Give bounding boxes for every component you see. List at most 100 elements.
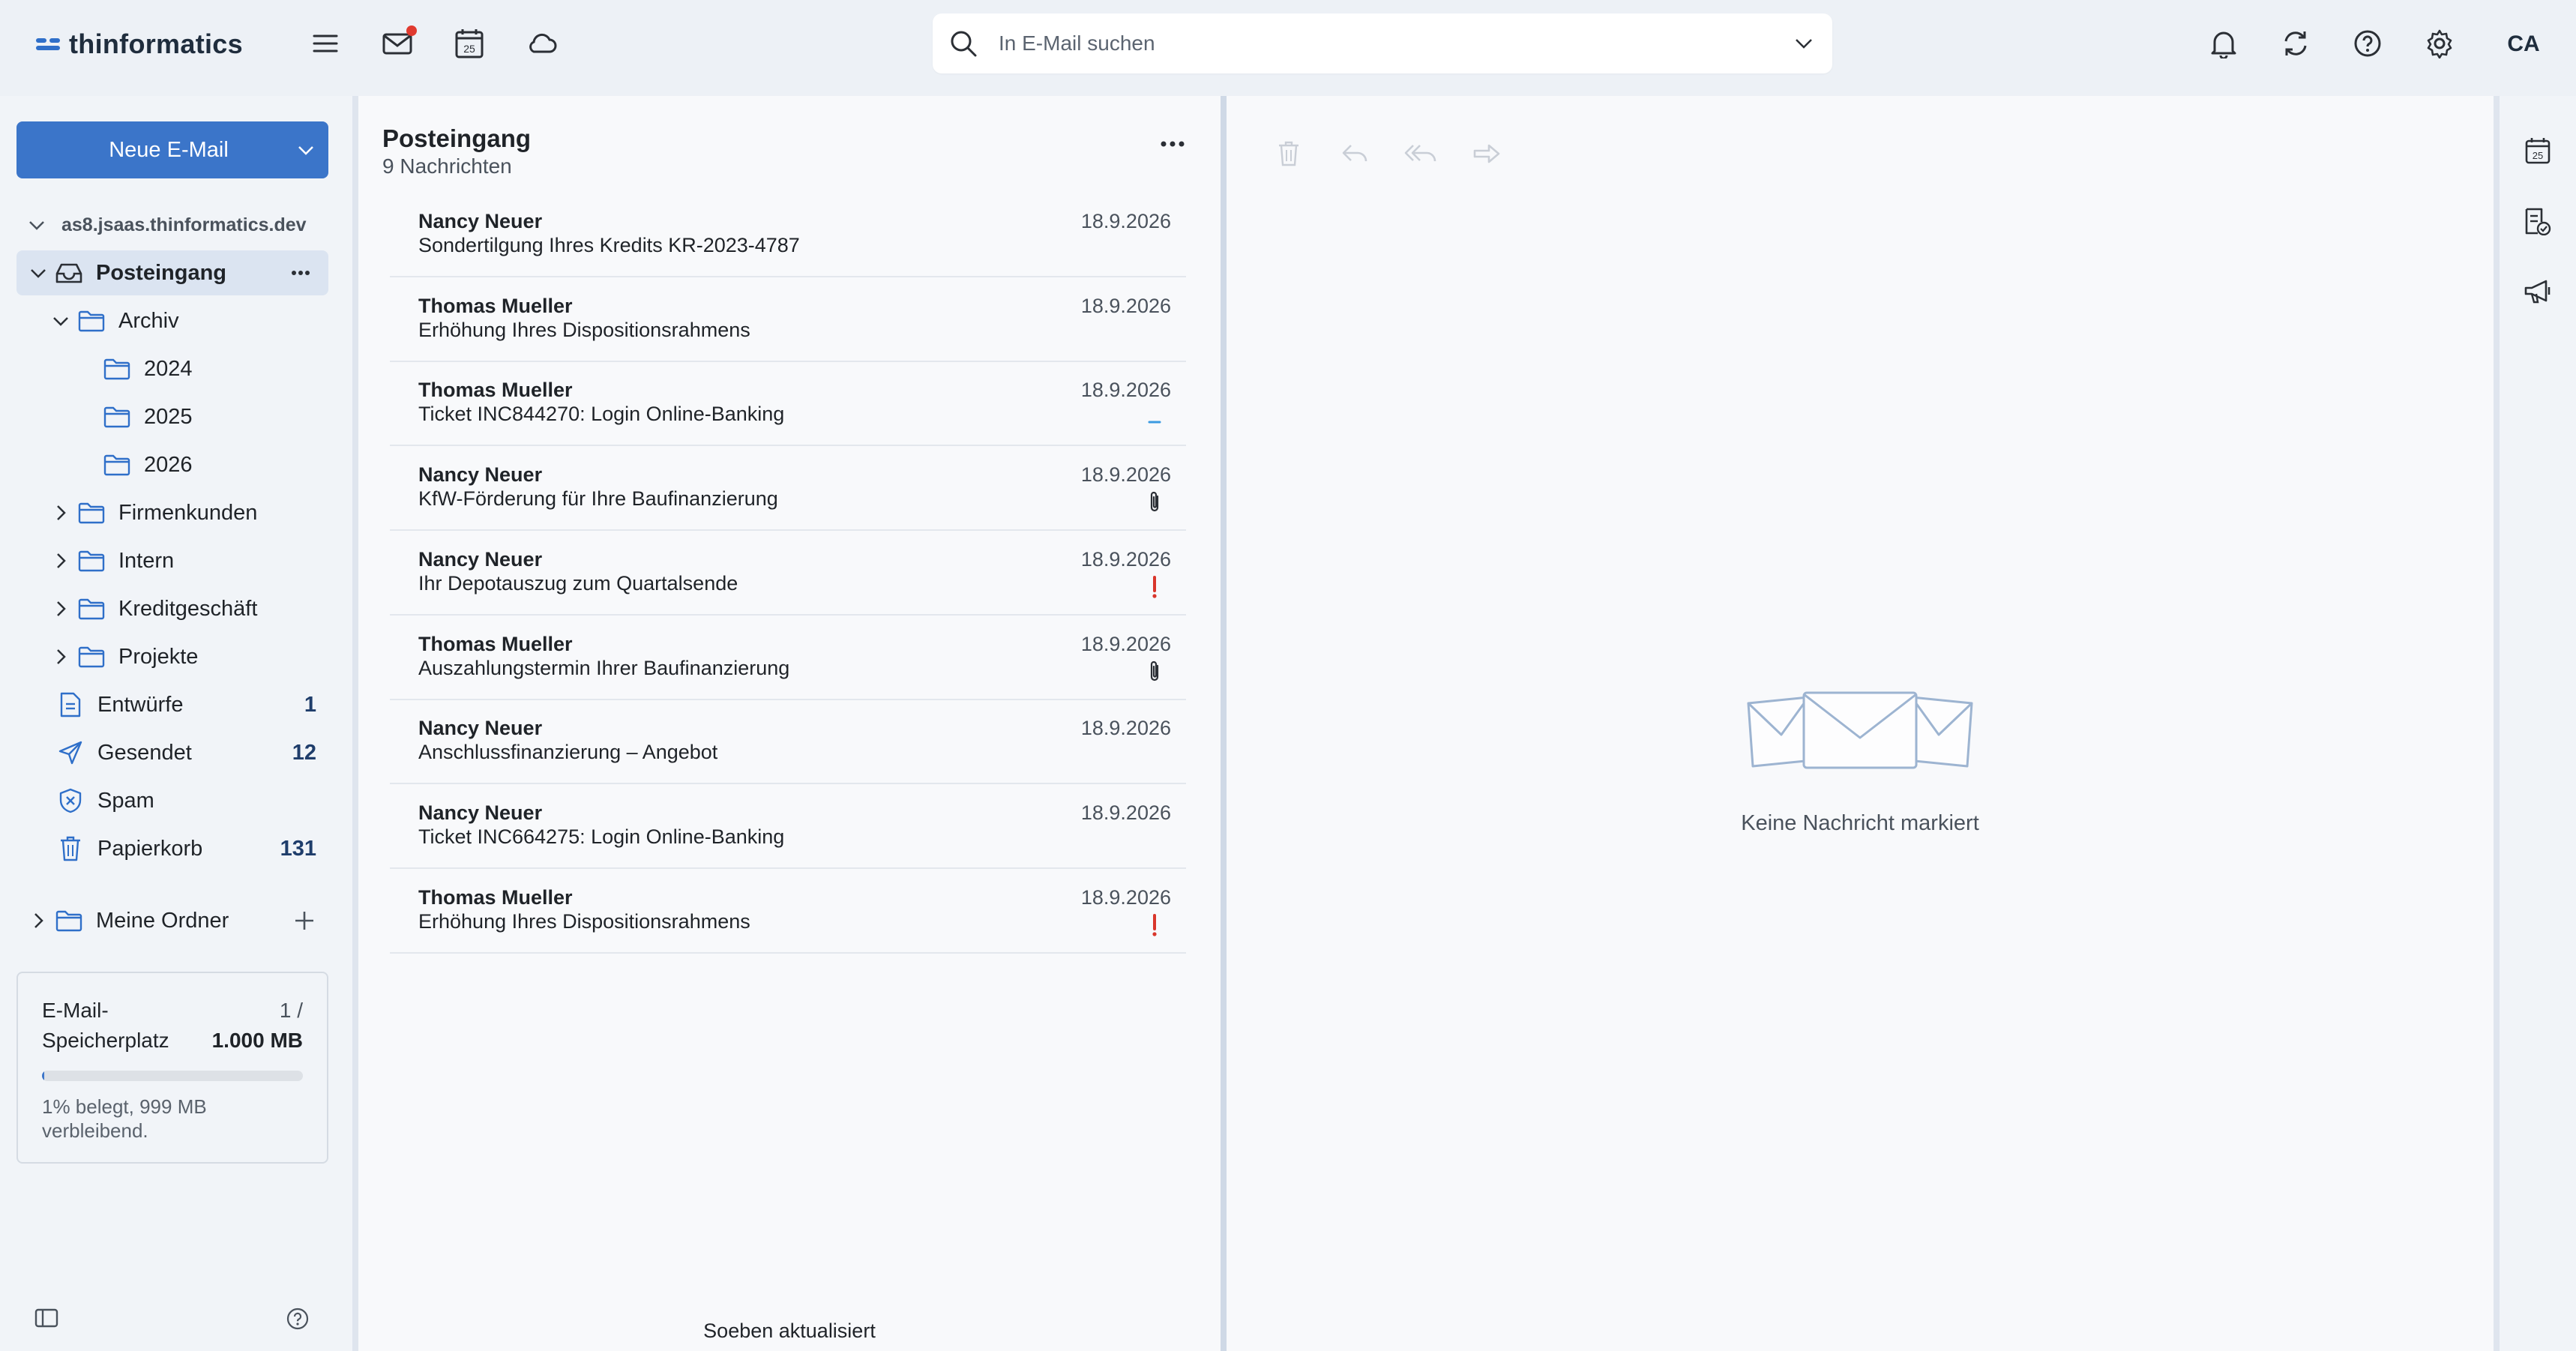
folder-spam[interactable]: Spam [16, 778, 328, 823]
quota-total: 1.000 MB [211, 1029, 303, 1052]
bell-icon[interactable] [2204, 24, 2243, 63]
help-icon[interactable] [286, 1308, 309, 1330]
reply-all-icon[interactable] [1402, 135, 1439, 172]
chevron-right-icon[interactable] [49, 646, 72, 668]
announcement-icon[interactable] [2522, 276, 2554, 307]
delete-icon[interactable] [1270, 135, 1307, 172]
unread-count: 131 [280, 836, 316, 861]
message-row[interactable]: Nancy Neuer Anschlussfinanzierung – Angeb… [390, 700, 1186, 784]
message-date: 18.9.2026 [1080, 801, 1171, 824]
message-row[interactable]: Nancy Neuer Ihr Depotauszug zum Quartalse… [390, 532, 1186, 616]
pane-divider[interactable] [1221, 96, 1227, 1351]
folder-firmenkunden[interactable]: Firmenkunden [49, 490, 328, 535]
add-folder-icon[interactable] [294, 910, 315, 931]
message-row[interactable]: Nancy Neuer KfW-Förderung für Ihre Baufin… [390, 447, 1186, 531]
folder-sent[interactable]: Gesendet 12 [16, 730, 328, 775]
message-row[interactable]: Nancy Neuer Sondertilgung Ihres Kredits K… [390, 193, 1186, 277]
mail-icon[interactable] [378, 24, 417, 63]
folder-label: 2026 [144, 452, 193, 477]
quota-used: 1 / [279, 999, 303, 1022]
message-subject: Sondertilgung Ihres Kredits KR-2023-4787 [418, 234, 800, 256]
chevron-right-icon[interactable] [49, 502, 72, 524]
folder-2025[interactable]: 2025 [103, 394, 328, 439]
chevron-down-icon [29, 221, 44, 230]
folder-label: 2025 [144, 404, 193, 429]
message-sender: Nancy Neuer [418, 463, 543, 486]
folder-2024[interactable]: 2024 [103, 346, 328, 391]
folder-label: Posteingang [96, 260, 227, 285]
message-row[interactable]: Thomas Mueller Auszahlungstermin Ihrer Ba… [390, 616, 1186, 700]
my-folders[interactable]: Meine Ordner [16, 898, 328, 943]
brand-logo[interactable]: thinformatics [36, 28, 243, 60]
trash-icon [57, 835, 84, 862]
chevron-right-icon[interactable] [49, 598, 72, 620]
message-sender: Thomas Mueller [418, 886, 573, 909]
reading-pane: Keine Nachricht markiert [1227, 96, 2494, 1351]
folder-icon [78, 547, 105, 574]
right-rail: 25 [2500, 96, 2576, 1351]
toggle-sidebar-icon[interactable] [34, 1308, 58, 1329]
pane-divider[interactable] [352, 96, 358, 1351]
draft-icon [57, 691, 84, 718]
calendar-icon[interactable]: 25 [2522, 135, 2554, 166]
more-icon[interactable] [291, 270, 310, 276]
folder-projekte[interactable]: Projekte [49, 634, 328, 679]
folder-label: Meine Ordner [96, 908, 229, 933]
message-row[interactable]: Thomas Mueller Erhöhung Ihres Disposition… [390, 278, 1186, 362]
folder-2026[interactable]: 2026 [103, 442, 328, 487]
folder-intern[interactable]: Intern [49, 538, 328, 583]
top-bar: thinformatics 25 CA [0, 0, 2576, 96]
message-row[interactable]: Nancy Neuer Ticket INC664275: Login Onlin… [390, 785, 1186, 869]
message-sender: Nancy Neuer [418, 210, 543, 232]
calendar-icon[interactable]: 25 [450, 24, 489, 63]
folder-label: Spam [97, 788, 154, 813]
quota-progress-bar [42, 1071, 303, 1081]
cloud-icon[interactable] [522, 24, 561, 63]
folder-drafts[interactable]: Entwürfe 1 [16, 682, 328, 727]
search-bar[interactable] [933, 13, 1832, 73]
chevron-down-icon[interactable] [49, 310, 72, 332]
folder-label: Papierkorb [97, 836, 203, 861]
chevron-right-icon[interactable] [27, 909, 49, 932]
tasks-icon[interactable] [2522, 205, 2554, 237]
attachment-icon [1146, 490, 1164, 514]
folder-label: Kreditgeschäft [118, 596, 258, 621]
folder-inbox[interactable]: Posteingang [16, 250, 328, 295]
search-input[interactable] [999, 21, 1795, 66]
unread-count: 1 [304, 692, 316, 717]
low-priority-icon [1146, 406, 1164, 430]
message-date: 18.9.2026 [1080, 463, 1171, 486]
chevron-down-icon[interactable] [283, 121, 328, 178]
folder-label: Projekte [118, 644, 199, 669]
chevron-down-icon[interactable] [1795, 38, 1813, 49]
folder-kreditgeschaeft[interactable]: Kreditgeschäft [49, 586, 328, 631]
message-list-pane: Posteingang 9 Nachrichten Nancy Neuer Son… [358, 96, 1221, 1351]
gear-icon[interactable] [2420, 24, 2459, 63]
new-mail-label: Neue E-Mail [109, 137, 229, 162]
help-icon[interactable] [2348, 24, 2387, 63]
folder-archive[interactable]: Archiv [49, 298, 328, 343]
user-avatar[interactable]: CA [2501, 25, 2546, 63]
message-sender: Nancy Neuer [418, 548, 543, 571]
message-row[interactable]: Thomas Mueller Erhöhung Ihres Disposition… [390, 870, 1186, 954]
message-date: 18.9.2026 [1080, 633, 1171, 655]
message-subject: Ihr Depotauszug zum Quartalsende [418, 572, 738, 595]
empty-mail-illustration [1744, 688, 1976, 778]
chevron-down-icon[interactable] [27, 262, 49, 284]
folder-label: 2024 [144, 356, 193, 381]
account-node[interactable]: as8.jsaas.thinformatics.dev [28, 214, 307, 236]
reply-icon[interactable] [1336, 135, 1373, 172]
new-mail-button[interactable]: Neue E-Mail [16, 121, 328, 178]
folder-label: Intern [118, 548, 175, 573]
chevron-right-icon[interactable] [49, 550, 72, 572]
forward-icon[interactable] [1468, 135, 1505, 172]
message-count: 9 Nachrichten [382, 154, 512, 178]
search-icon[interactable] [949, 29, 978, 58]
message-row[interactable]: Thomas Mueller Ticket INC844270: Login On… [390, 362, 1186, 446]
sync-icon[interactable] [2276, 24, 2315, 63]
account-name: as8.jsaas.thinformatics.dev [61, 214, 307, 235]
more-options-icon[interactable] [1161, 141, 1185, 147]
menu-icon[interactable] [306, 24, 345, 63]
folder-trash[interactable]: Papierkorb 131 [16, 826, 328, 871]
message-date: 18.9.2026 [1080, 379, 1171, 401]
